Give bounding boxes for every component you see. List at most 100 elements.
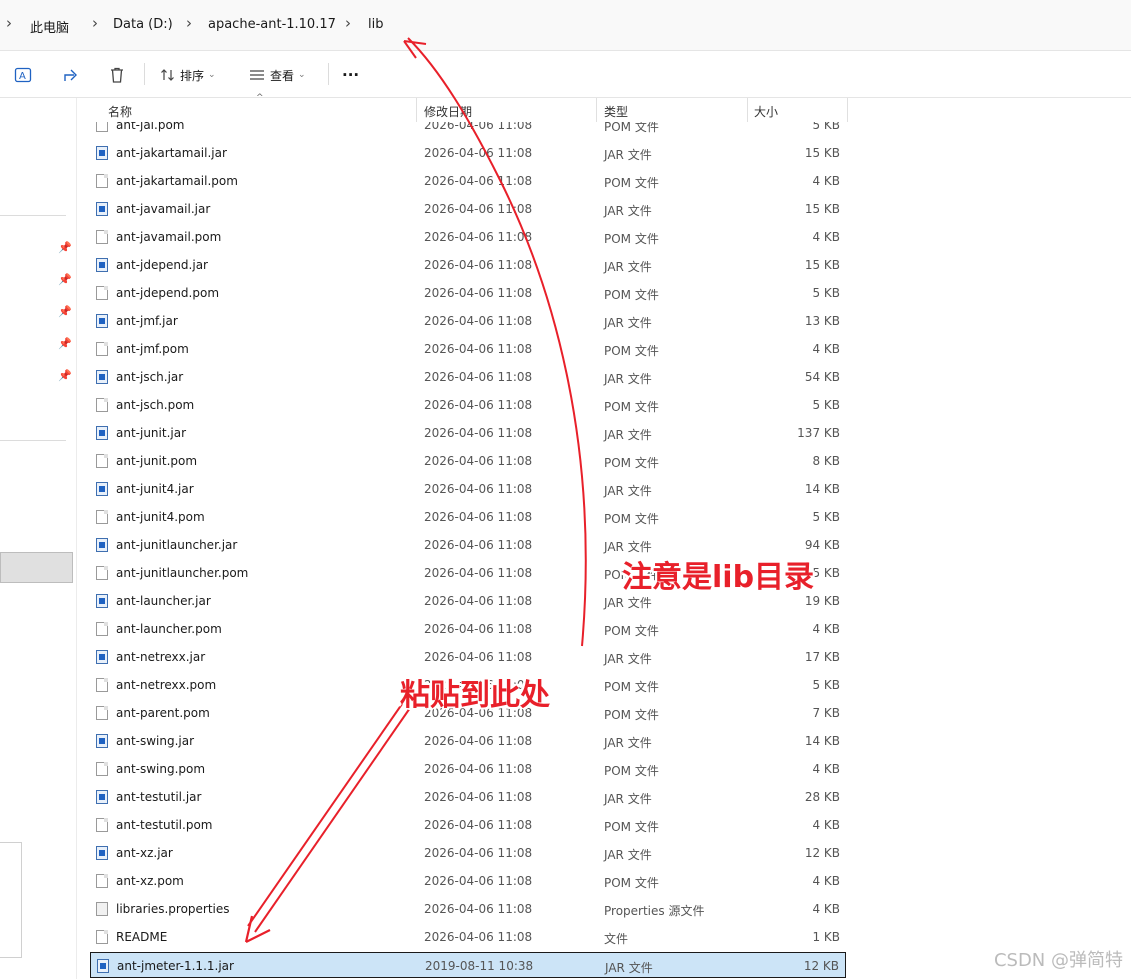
chevron-down-icon: ⌄ xyxy=(208,70,216,80)
column-divider[interactable] xyxy=(847,98,848,122)
jar-file-icon xyxy=(96,258,108,272)
view-button[interactable]: 查看 ⌄ xyxy=(248,63,306,87)
file-size: 15 KB xyxy=(804,258,840,272)
table-row[interactable]: ant-testutil.pom 2026-04-06 11:08 POM 文件 4 … xyxy=(90,812,846,838)
table-row[interactable]: ant-jdepend.pom 2026-04-06 11:08 POM 文件 5 K… xyxy=(90,280,846,306)
table-row[interactable]: ant-xz.pom 2026-04-06 11:08 POM 文件 4 KB xyxy=(90,868,846,894)
delete-button[interactable] xyxy=(108,63,126,87)
sort-label: 排序 xyxy=(180,68,205,83)
chevron-right-icon[interactable]: › xyxy=(92,14,98,32)
jar-file-icon xyxy=(96,314,108,328)
breadcrumb: › 此电脑 › Data (D:) › apache-ant-1.10.17 ›… xyxy=(0,0,1131,51)
table-row[interactable]: ant-junit4.pom 2026-04-06 11:08 POM 文件 5 KB xyxy=(90,504,846,530)
file-type: JAR 文件 xyxy=(605,961,653,975)
table-row[interactable]: ant-jmf.pom 2026-04-06 11:08 POM 文件 4 KB xyxy=(90,336,846,362)
table-row[interactable]: ant-jsch.pom 2026-04-06 11:08 POM 文件 5 KB xyxy=(90,392,846,418)
table-row[interactable]: ant-junit.pom 2026-04-06 11:08 POM 文件 8 KB xyxy=(90,448,846,474)
table-row[interactable]: ant-swing.pom 2026-04-06 11:08 POM 文件 4 KB xyxy=(90,756,846,782)
table-row[interactable]: ant-junit.jar 2026-04-06 11:08 JAR 文件 137 K… xyxy=(90,420,846,446)
file-name: ant-xz.pom xyxy=(116,874,184,888)
chevron-right-icon[interactable]: › xyxy=(186,14,192,32)
column-header-name[interactable]: 名称 xyxy=(108,103,132,120)
file-icon xyxy=(96,762,108,776)
file-name: ant-parent.pom xyxy=(116,706,210,720)
table-row[interactable]: ant-javamail.jar 2026-04-06 11:08 JAR 文件 15… xyxy=(90,196,846,222)
file-type: POM 文件 xyxy=(604,708,659,722)
table-row[interactable]: ant-jai.pom 2026-04-06 11:08 POM 文件 5 KB xyxy=(90,122,846,138)
file-date: 2026-04-06 11:08 xyxy=(424,650,533,664)
jar-file-icon xyxy=(96,790,108,804)
breadcrumb-item-apache-ant[interactable]: apache-ant-1.10.17 xyxy=(208,17,336,32)
file-type: POM 文件 xyxy=(604,456,659,470)
jar-file-icon xyxy=(96,202,108,216)
breadcrumb-item-data-drive[interactable]: Data (D:) xyxy=(113,17,173,32)
file-icon xyxy=(96,510,108,524)
table-row[interactable]: ant-launcher.pom 2026-04-06 11:08 POM 文件 4 … xyxy=(90,616,846,642)
more-options-button[interactable]: ··· xyxy=(342,63,359,87)
sort-button[interactable]: 排序 ⌄ xyxy=(160,63,216,87)
table-row[interactable]: ant-jsch.jar 2026-04-06 11:08 JAR 文件 54 KB xyxy=(90,364,846,390)
file-icon xyxy=(96,454,108,468)
file-name: ant-jmf.jar xyxy=(116,314,178,328)
file-type: JAR 文件 xyxy=(604,428,652,442)
file-date: 2026-04-06 11:08 xyxy=(424,762,533,776)
file-date: 2026-04-06 11:08 xyxy=(424,258,533,272)
table-row-selected[interactable]: ant-jmeter-1.1.1.jar 2019-08-11 10:38 JAR … xyxy=(90,952,846,978)
file-size: 4 KB xyxy=(812,874,840,888)
file-icon xyxy=(96,818,108,832)
file-name: ant-jakartamail.pom xyxy=(116,174,238,188)
file-date: 2026-04-06 11:08 xyxy=(424,286,533,300)
breadcrumb-item-this-pc[interactable]: 此电脑 xyxy=(30,17,69,36)
table-row[interactable]: ant-javamail.pom 2026-04-06 11:08 POM 文件 4 … xyxy=(90,224,846,250)
file-size: 4 KB xyxy=(812,902,840,916)
column-header-date[interactable]: 修改日期 xyxy=(424,103,472,120)
file-name: ant-xz.jar xyxy=(116,846,173,860)
table-row[interactable]: ant-swing.jar 2026-04-06 11:08 JAR 文件 14 KB xyxy=(90,728,846,754)
table-row[interactable]: ant-jmf.jar 2026-04-06 11:08 JAR 文件 13 KB xyxy=(90,308,846,334)
table-row[interactable]: ant-netrexx.jar 2026-04-06 11:08 JAR 文件 17 … xyxy=(90,644,846,670)
file-size: 54 KB xyxy=(804,370,840,384)
file-size: 12 KB xyxy=(803,959,839,973)
file-type: JAR 文件 xyxy=(604,484,652,498)
breadcrumb-item-lib[interactable]: lib xyxy=(368,17,383,32)
jar-file-icon xyxy=(96,538,108,552)
column-divider[interactable] xyxy=(747,98,748,122)
file-size: 5 KB xyxy=(812,286,840,300)
column-header-type[interactable]: 类型 xyxy=(604,103,628,120)
rename-button[interactable]: A xyxy=(14,63,32,87)
share-button[interactable] xyxy=(62,63,80,87)
table-row[interactable]: ant-jakartamail.pom 2026-04-06 11:08 POM 文… xyxy=(90,168,846,194)
file-date: 2026-04-06 11:08 xyxy=(424,230,533,244)
file-type: POM 文件 xyxy=(604,680,659,694)
chevron-right-icon[interactable]: › xyxy=(6,14,12,32)
jar-file-icon xyxy=(97,959,109,973)
file-date: 2026-04-06 11:08 xyxy=(424,122,533,132)
table-row[interactable]: ant-jdepend.jar 2026-04-06 11:08 JAR 文件 15 … xyxy=(90,252,846,278)
table-row[interactable]: ant-jakartamail.jar 2026-04-06 11:08 JAR 文… xyxy=(90,140,846,166)
column-divider[interactable] xyxy=(596,98,597,122)
file-name: ant-jsch.jar xyxy=(116,370,184,384)
file-size: 4 KB xyxy=(812,762,840,776)
jar-file-icon xyxy=(96,146,108,160)
file-type: POM 文件 xyxy=(604,820,659,834)
file-date: 2026-04-06 11:08 xyxy=(424,342,533,356)
table-row[interactable]: libraries.properties 2026-04-06 11:08 Prop… xyxy=(90,896,846,922)
file-name: libraries.properties xyxy=(116,902,230,916)
column-divider[interactable] xyxy=(416,98,417,122)
table-row[interactable]: ant-junit4.jar 2026-04-06 11:08 JAR 文件 14 K… xyxy=(90,476,846,502)
file-name: ant-launcher.pom xyxy=(116,622,222,636)
file-size: 4 KB xyxy=(812,622,840,636)
share-icon xyxy=(64,69,77,81)
chevron-right-icon[interactable]: › xyxy=(345,14,351,32)
toolbar-divider xyxy=(144,63,145,85)
file-name: ant-junit4.jar xyxy=(116,482,194,496)
trash-icon xyxy=(111,67,123,83)
file-name: ant-testutil.jar xyxy=(116,790,202,804)
table-row[interactable]: README 2026-04-06 11:08 文件 1 KB xyxy=(90,924,846,950)
column-header-size[interactable]: 大小 xyxy=(754,103,778,120)
file-date: 2026-04-06 11:08 xyxy=(424,426,533,440)
table-row[interactable]: ant-xz.jar 2026-04-06 11:08 JAR 文件 12 KB xyxy=(90,840,846,866)
file-type: POM 文件 xyxy=(604,876,659,890)
table-row[interactable]: ant-testutil.jar 2026-04-06 11:08 JAR 文件 28… xyxy=(90,784,846,810)
file-icon xyxy=(96,342,108,356)
